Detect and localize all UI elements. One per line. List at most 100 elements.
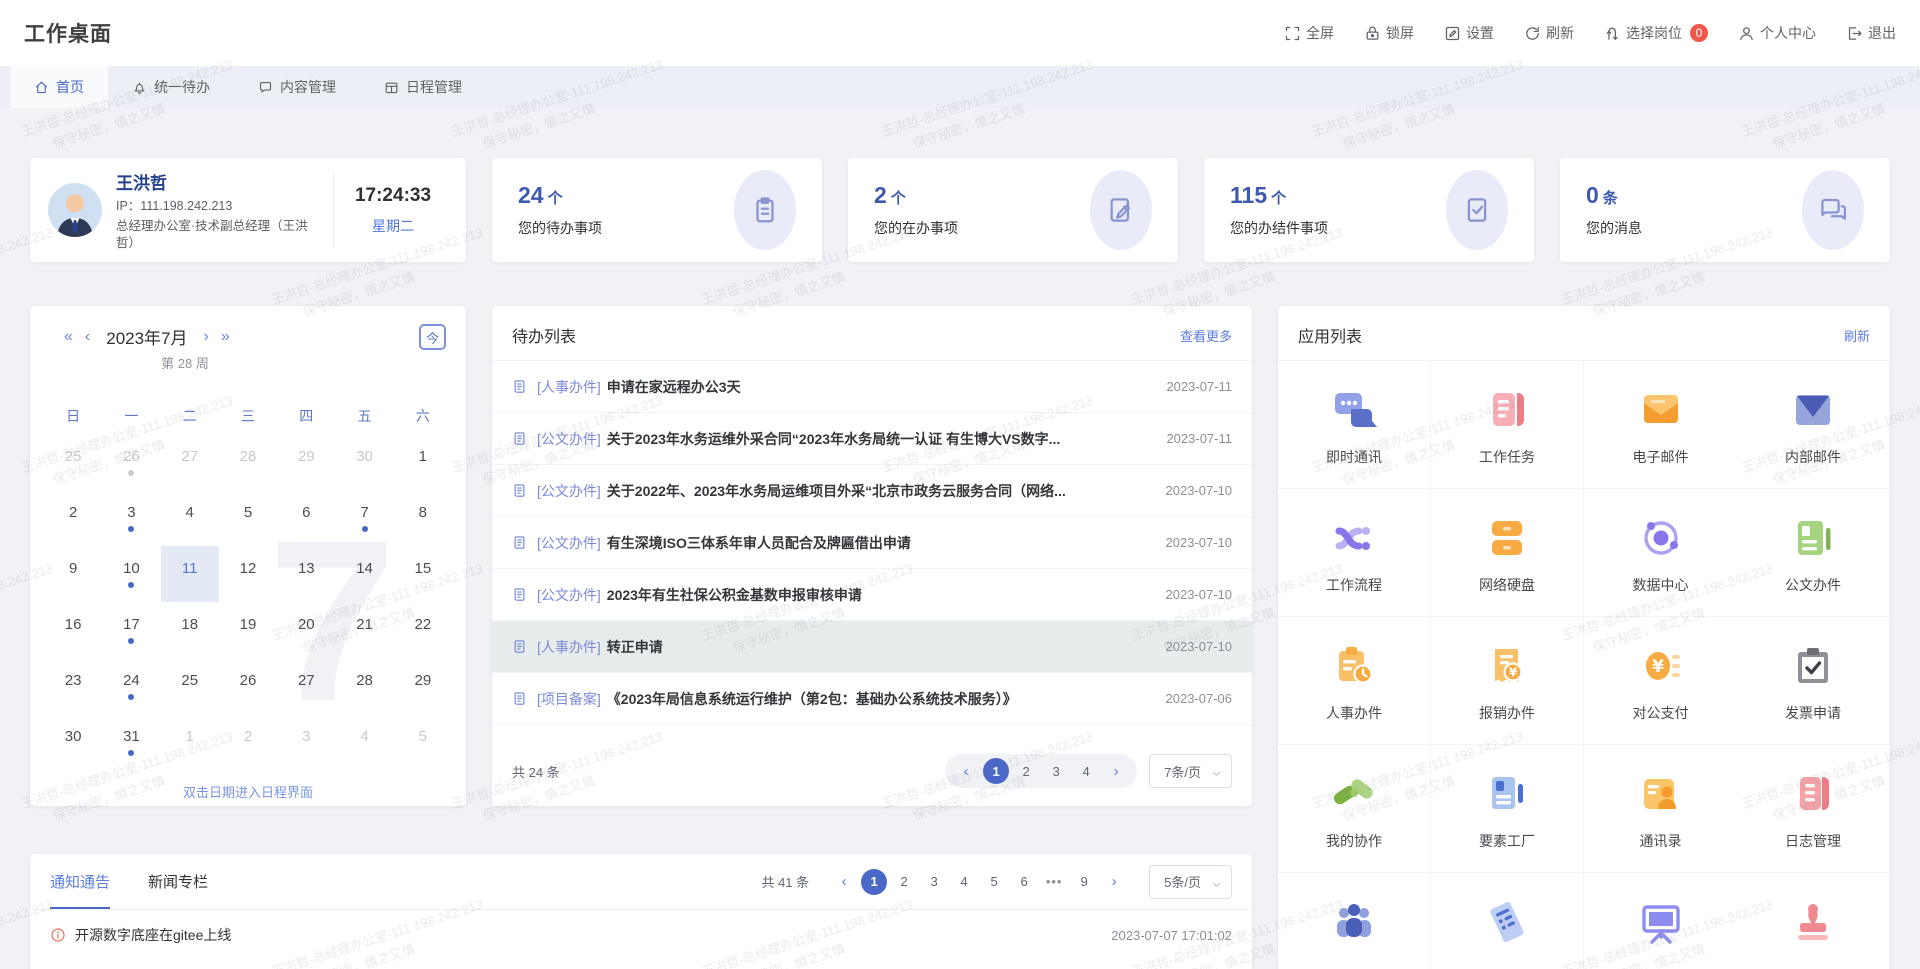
calendar-day[interactable]: 25: [44, 434, 102, 490]
notice-tab[interactable]: 通知通告: [50, 854, 110, 909]
stat-card[interactable]: 0条 您的消息: [1560, 158, 1890, 262]
stat-card[interactable]: 2个 您的在办事项: [848, 158, 1178, 262]
header-action-button[interactable]: 刷新: [1524, 23, 1574, 43]
page-number-button[interactable]: 1: [983, 758, 1009, 784]
todo-item[interactable]: [公文办件] 有生深境ISO三体系年审人员配合及牌匾借出申请 2023-07-1…: [492, 517, 1252, 569]
header-action-button[interactable]: 选择岗位 0: [1604, 23, 1708, 43]
app-shortcut[interactable]: 数据中心: [1584, 489, 1737, 617]
next-page-button[interactable]: ›: [1101, 869, 1127, 895]
app-shortcut[interactable]: 工作流程: [1278, 489, 1431, 617]
page-number-button[interactable]: 3: [921, 869, 947, 895]
main-tab[interactable]: 日程管理: [360, 66, 486, 108]
page-size-select[interactable]: 7条/页: [1149, 754, 1232, 788]
header-action-button[interactable]: 个人中心: [1738, 23, 1816, 43]
notice-tab[interactable]: 新闻专栏: [148, 854, 208, 909]
calendar-day[interactable]: 2: [44, 490, 102, 546]
app-shortcut[interactable]: 公文办件: [1737, 489, 1890, 617]
prev-page-button[interactable]: ‹: [953, 758, 979, 784]
calendar-day[interactable]: 3: [102, 490, 160, 546]
calendar-day[interactable]: 10: [102, 546, 160, 602]
app-shortcut[interactable]: 即时通讯: [1278, 361, 1431, 489]
app-shortcut[interactable]: 要素工厂: [1431, 745, 1584, 873]
todo-item[interactable]: [项目备案] 《2023年局信息系统运行维护（第2包：基础办公系统技术服务）》 …: [492, 673, 1252, 725]
calendar-day[interactable]: 30: [335, 434, 393, 490]
calendar-day[interactable]: 14: [335, 546, 393, 602]
page-number-button[interactable]: 2: [891, 869, 917, 895]
calendar-day[interactable]: 25: [161, 658, 219, 714]
main-tab[interactable]: 首页: [10, 66, 108, 108]
header-action-button[interactable]: 锁屏: [1364, 23, 1414, 43]
page-number-button[interactable]: 4: [1073, 758, 1099, 784]
main-tab[interactable]: 内容管理: [234, 66, 360, 108]
calendar-day[interactable]: 9: [44, 546, 102, 602]
view-more-link[interactable]: 查看更多: [1180, 326, 1232, 345]
calendar-day[interactable]: 8: [394, 490, 452, 546]
calendar-day[interactable]: 29: [394, 658, 452, 714]
apps-refresh-link[interactable]: 刷新: [1844, 326, 1870, 345]
app-shortcut[interactable]: 网络硬盘: [1431, 489, 1584, 617]
calendar-day[interactable]: 31: [102, 714, 160, 770]
app-shortcut[interactable]: [1737, 873, 1890, 969]
app-shortcut[interactable]: 电子邮件: [1584, 361, 1737, 489]
today-icon[interactable]: 今: [419, 324, 446, 350]
app-shortcut[interactable]: 发票申请: [1737, 617, 1890, 745]
calendar-day[interactable]: 2: [219, 714, 277, 770]
calendar-footer-hint[interactable]: 双击日期进入日程界面: [30, 772, 466, 806]
calendar-day[interactable]: 16: [44, 602, 102, 658]
todo-item[interactable]: [公文办件] 2023年有生社保公积金基数申报审核申请 2023-07-10: [492, 569, 1252, 621]
calendar-day[interactable]: 11: [161, 546, 219, 602]
app-shortcut[interactable]: 日志管理: [1737, 745, 1890, 873]
calendar-day[interactable]: 17: [102, 602, 160, 658]
main-tab[interactable]: 统一待办: [108, 66, 234, 108]
calendar-day[interactable]: 28: [335, 658, 393, 714]
calendar-day[interactable]: 30: [44, 714, 102, 770]
calendar-day[interactable]: 27: [161, 434, 219, 490]
page-size-select[interactable]: 5条/页: [1149, 865, 1232, 899]
calendar-day[interactable]: 5: [219, 490, 277, 546]
page-number-button[interactable]: 1: [861, 869, 887, 895]
page-number-button[interactable]: 3: [1043, 758, 1069, 784]
header-action-button[interactable]: 设置: [1444, 23, 1494, 43]
app-shortcut[interactable]: [1431, 873, 1584, 969]
todo-item[interactable]: [人事办件] 转正申请 2023-07-10: [492, 621, 1252, 673]
stat-card[interactable]: 115个 您的办结件事项: [1204, 158, 1534, 262]
calendar-day[interactable]: 22: [394, 602, 452, 658]
app-shortcut[interactable]: 工作任务: [1431, 361, 1584, 489]
calendar-day[interactable]: 26: [219, 658, 277, 714]
calendar-day[interactable]: 1: [394, 434, 452, 490]
calendar-day[interactable]: 18: [161, 602, 219, 658]
page-number-button[interactable]: 9: [1071, 869, 1097, 895]
app-shortcut[interactable]: [1278, 873, 1431, 969]
app-shortcut[interactable]: 内部邮件: [1737, 361, 1890, 489]
page-number-button[interactable]: 6: [1011, 869, 1037, 895]
calendar-day[interactable]: 28: [219, 434, 277, 490]
calendar-day[interactable]: 4: [335, 714, 393, 770]
next-year-button[interactable]: »: [221, 329, 230, 345]
calendar-day[interactable]: 6: [277, 490, 335, 546]
calendar-day[interactable]: 24: [102, 658, 160, 714]
next-page-button[interactable]: ›: [1103, 758, 1129, 784]
next-month-button[interactable]: ›: [204, 329, 209, 345]
calendar-day[interactable]: 20: [277, 602, 335, 658]
calendar-day[interactable]: 13: [277, 546, 335, 602]
page-number-button[interactable]: •••: [1041, 869, 1067, 895]
calendar-day[interactable]: 15: [394, 546, 452, 602]
calendar-day[interactable]: 23: [44, 658, 102, 714]
app-shortcut[interactable]: 通讯录: [1584, 745, 1737, 873]
page-number-button[interactable]: 4: [951, 869, 977, 895]
calendar-day[interactable]: 1: [161, 714, 219, 770]
app-shortcut[interactable]: ¥ 对公支付: [1584, 617, 1737, 745]
calendar-day[interactable]: 12: [219, 546, 277, 602]
stat-card[interactable]: 24个 您的待办事项: [492, 158, 822, 262]
app-shortcut[interactable]: 人事办件: [1278, 617, 1431, 745]
calendar-day[interactable]: 27: [277, 658, 335, 714]
header-action-button[interactable]: 全屏: [1284, 23, 1334, 43]
app-shortcut[interactable]: 我的协作: [1278, 745, 1431, 873]
app-shortcut[interactable]: [1584, 873, 1737, 969]
page-number-button[interactable]: 2: [1013, 758, 1039, 784]
todo-item[interactable]: [公文办件] 关于2023年水务运维外采合同“2023年水务局统一认证 有生博大…: [492, 413, 1252, 465]
header-action-button[interactable]: 退出: [1846, 23, 1896, 43]
prev-page-button[interactable]: ‹: [831, 869, 857, 895]
prev-year-button[interactable]: «: [64, 329, 73, 345]
calendar-day[interactable]: 19: [219, 602, 277, 658]
